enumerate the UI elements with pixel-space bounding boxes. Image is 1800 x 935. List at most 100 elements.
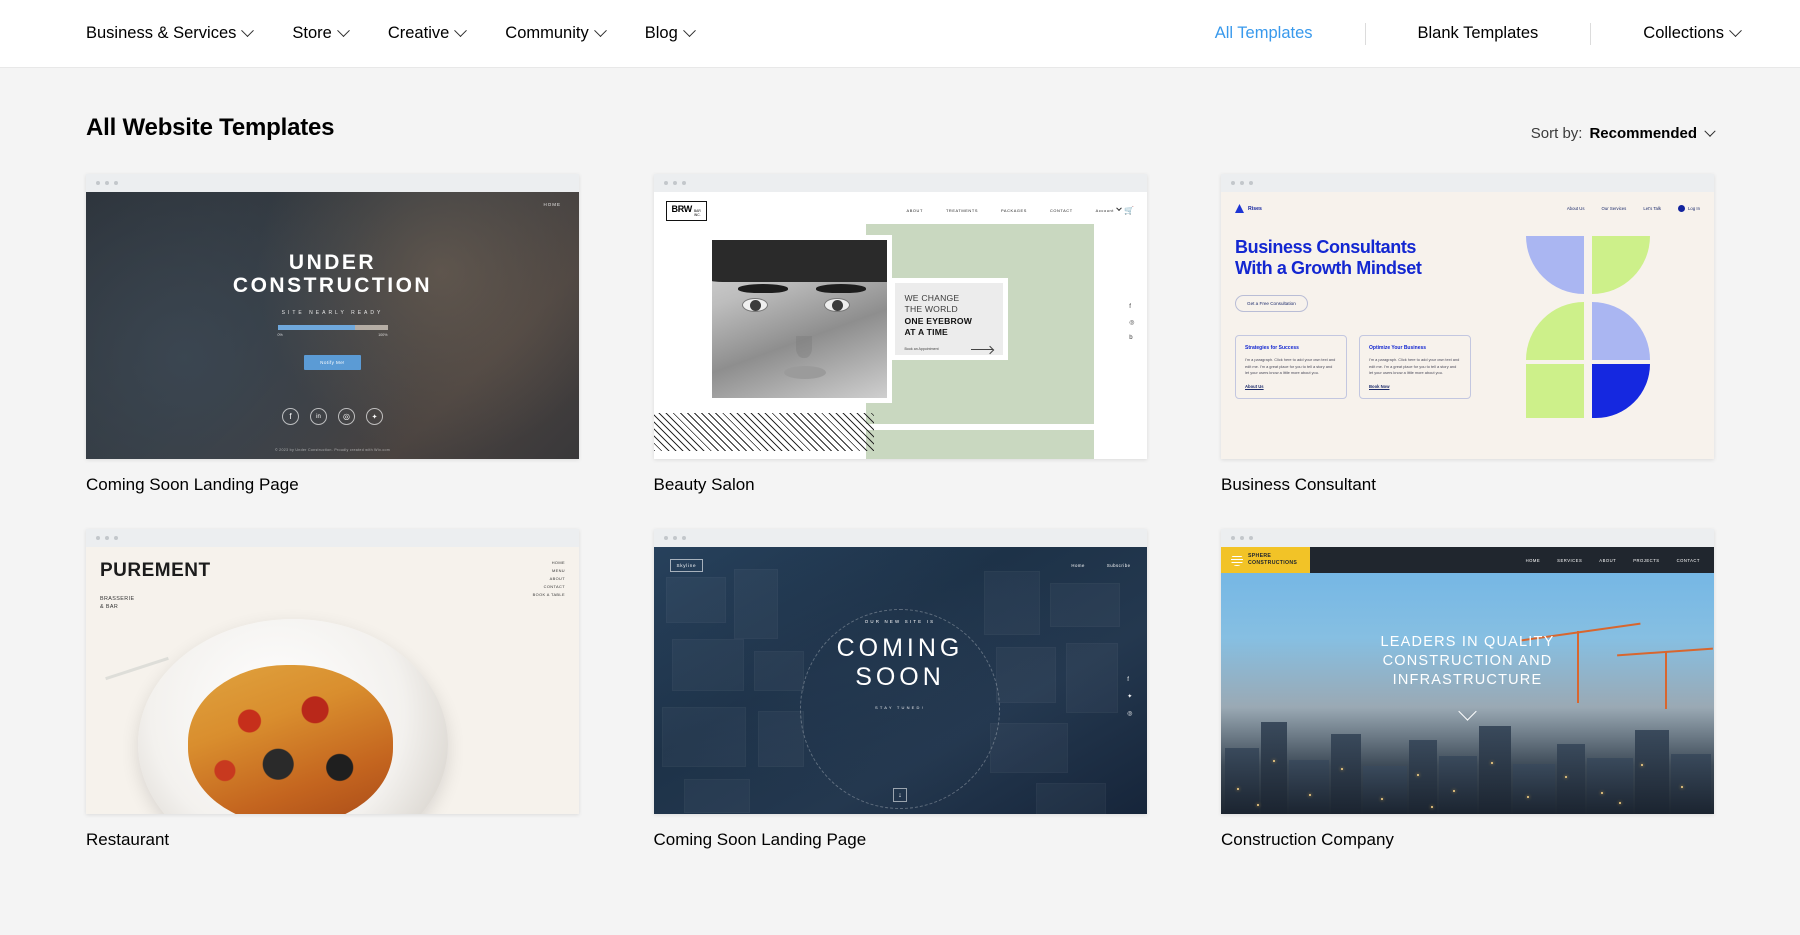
chevron-down-icon <box>454 24 468 38</box>
preview-header: SPHERE CONSTRUCTIONS HOME SERVICES ABOUT… <box>1221 547 1714 573</box>
hero-quote-box: WE CHANGE THE WORLD ONE EYEBROW AT A TIM… <box>889 278 1008 360</box>
twitter-icon: ✦ <box>1127 694 1133 700</box>
brand-logo: BRW BAR INC. <box>665 201 707 221</box>
facebook-icon: f <box>282 408 299 426</box>
nav-contact: CONTACT <box>543 584 565 589</box>
chevron-down-icon <box>682 24 696 38</box>
nav-item-all-templates[interactable]: All Templates <box>1215 24 1313 43</box>
template-preview[interactable]: SPHERE CONSTRUCTIONS HOME SERVICES ABOUT… <box>1221 529 1714 814</box>
nav-label: Blank Templates <box>1417 24 1539 42</box>
decorative-cutlery <box>105 656 169 681</box>
quote-line4: AT A TIME <box>904 327 948 338</box>
template-card[interactable]: BRW BAR INC. ABOUT TREATMENTS PACKAGES C… <box>653 174 1147 495</box>
template-preview[interactable]: HOME UNDER CONSTRUCTION SITE NEARLY READ… <box>86 174 579 459</box>
nav-home: HOME <box>1525 557 1541 563</box>
heading-line2: With a Growth Mindset <box>1235 258 1422 279</box>
instagram-icon: ◎ <box>1127 711 1133 717</box>
logo-main-text: BRW <box>671 204 693 214</box>
heading-line1: COMING <box>836 634 964 662</box>
window-dot-icon <box>1240 181 1244 185</box>
template-card[interactable]: HOME UNDER CONSTRUCTION SITE NEARLY READ… <box>86 174 579 495</box>
preview-heading-line2: CONSTRUCTION <box>232 274 433 297</box>
hero-heading: Business Consultants With a Growth Minds… <box>1235 237 1475 279</box>
nav-label: All Templates <box>1214 24 1313 42</box>
preview-nav: HOME SERVICES ABOUT PROJECTS CONTACT <box>1526 558 1700 563</box>
hero-portrait-photo <box>706 235 892 403</box>
browser-chrome-bar <box>653 174 1147 192</box>
preview-body: Skyline Home Subscribe OUR NEW SITE IS C… <box>653 547 1147 814</box>
template-card[interactable]: SPHERE CONSTRUCTIONS HOME SERVICES ABOUT… <box>1221 529 1714 850</box>
hero-cta-button: Get a Free Consultation <box>1235 295 1308 313</box>
chevron-down-icon <box>1729 24 1742 38</box>
decorative-green-block <box>865 430 1094 459</box>
browser-chrome-bar <box>1221 529 1714 547</box>
face-illustration <box>711 240 887 398</box>
blogger-icon: b <box>1129 335 1133 341</box>
preview-nav: About Us Our Services Let's Talk Log In <box>1567 205 1700 212</box>
avatar-icon <box>1678 205 1686 212</box>
nav-about: ABOUT <box>549 576 565 581</box>
nav-item-blog[interactable]: Blog <box>645 24 696 43</box>
cart-icon: 🛒 <box>1123 206 1135 216</box>
restaurant-site: PUREMENT BRASSERIE & BAR HOME MENU ABOUT <box>86 547 579 814</box>
nav-lets-talk: Let's Talk <box>1643 206 1662 211</box>
template-title: Coming Soon Landing Page <box>653 830 867 849</box>
nav-item-blank-templates[interactable]: Blank Templates <box>1418 24 1539 43</box>
facebook-icon: f <box>1129 304 1131 310</box>
nav-item-collections[interactable]: Collections <box>1643 24 1742 43</box>
linkedin-icon: in <box>310 408 327 426</box>
login-label: Log In <box>1688 206 1700 211</box>
secondary-nav-group: All Templates Blank Templates Collection… <box>1215 0 1742 67</box>
preview-heading-line1: UNDER <box>288 251 377 274</box>
nav-item-store[interactable]: Store <box>292 24 350 43</box>
nav-about-us: About Us <box>1566 206 1585 211</box>
preview-body: HOME UNDER CONSTRUCTION SITE NEARLY READ… <box>86 192 579 459</box>
nav-label: Community <box>505 24 589 42</box>
logo-text: SPHERE CONSTRUCTIONS <box>1248 553 1297 566</box>
feature-card-link: About Us <box>1245 383 1264 389</box>
browser-chrome-bar <box>653 529 1147 547</box>
brand-logo: PUREMENT <box>100 560 211 581</box>
feature-card-link: Book Now <box>1369 383 1390 389</box>
page-title: All Website Templates <box>86 114 335 141</box>
template-preview[interactable]: Rises About Us Our Services Let's Talk L… <box>1221 174 1714 459</box>
hero-content: OUR NEW SITE IS COMING SOON STAY TUNED! <box>654 619 1147 710</box>
feature-card-title: Strategies for Success <box>1245 345 1299 352</box>
window-dot-icon <box>114 536 118 540</box>
chevron-down-icon <box>593 24 607 38</box>
window-dot-icon <box>672 181 677 185</box>
window-dot-icon <box>663 181 668 185</box>
browser-chrome-bar <box>1221 174 1714 192</box>
template-card[interactable]: Skyline Home Subscribe OUR NEW SITE IS C… <box>653 529 1147 850</box>
template-preview[interactable]: Skyline Home Subscribe OUR NEW SITE IS C… <box>653 529 1147 814</box>
nav-contact: CONTACT <box>1676 557 1700 563</box>
template-title: Coming Soon Landing Page <box>86 475 299 494</box>
logo-sub2: INC. <box>693 212 701 217</box>
preview-footer-text: © 2023 by Under Construction. Proudly cr… <box>274 448 391 452</box>
template-preview[interactable]: BRW BAR INC. ABOUT TREATMENTS PACKAGES C… <box>653 174 1147 459</box>
window-dot-icon <box>105 536 109 540</box>
sphere-logo-icon <box>1231 554 1243 566</box>
nav-about: ABOUT <box>1599 557 1617 563</box>
template-card[interactable]: Rises About Us Our Services Let's Talk L… <box>1221 174 1714 495</box>
window-dot-icon <box>96 536 100 540</box>
arrow-down-icon: ↓ <box>893 788 907 802</box>
nav-item-creative[interactable]: Creative <box>388 24 468 43</box>
nav-item-business-services[interactable]: Business & Services <box>86 24 255 43</box>
instagram-icon: ◎ <box>1129 320 1135 326</box>
template-preview[interactable]: PUREMENT BRASSERIE & BAR HOME MENU ABOUT <box>86 529 579 814</box>
nav-item-community[interactable]: Community <box>505 24 607 43</box>
chevron-down-icon <box>336 24 350 38</box>
window-dot-icon <box>681 181 686 185</box>
login-group: Log In <box>1678 205 1700 212</box>
preview-nav: HOME MENU ABOUT CONTACT BOOK A TABLE <box>533 560 565 612</box>
sort-by-dropdown[interactable]: Sort by: Recommended <box>1531 125 1716 142</box>
window-dot-icon <box>1249 181 1253 185</box>
hero-heading: LEADERS IN QUALITY CONSTRUCTION AND INFR… <box>1221 633 1714 690</box>
preview-body: PUREMENT BRASSERIE & BAR HOME MENU ABOUT <box>86 547 579 814</box>
quote-cta-label: Book an Appointment <box>904 347 939 352</box>
preview-body: SPHERE CONSTRUCTIONS HOME SERVICES ABOUT… <box>1221 547 1714 814</box>
nav-home: Home <box>1071 563 1085 568</box>
template-card[interactable]: PUREMENT BRASSERIE & BAR HOME MENU ABOUT <box>86 529 579 850</box>
brand-logo: SPHERE CONSTRUCTIONS <box>1221 547 1311 573</box>
